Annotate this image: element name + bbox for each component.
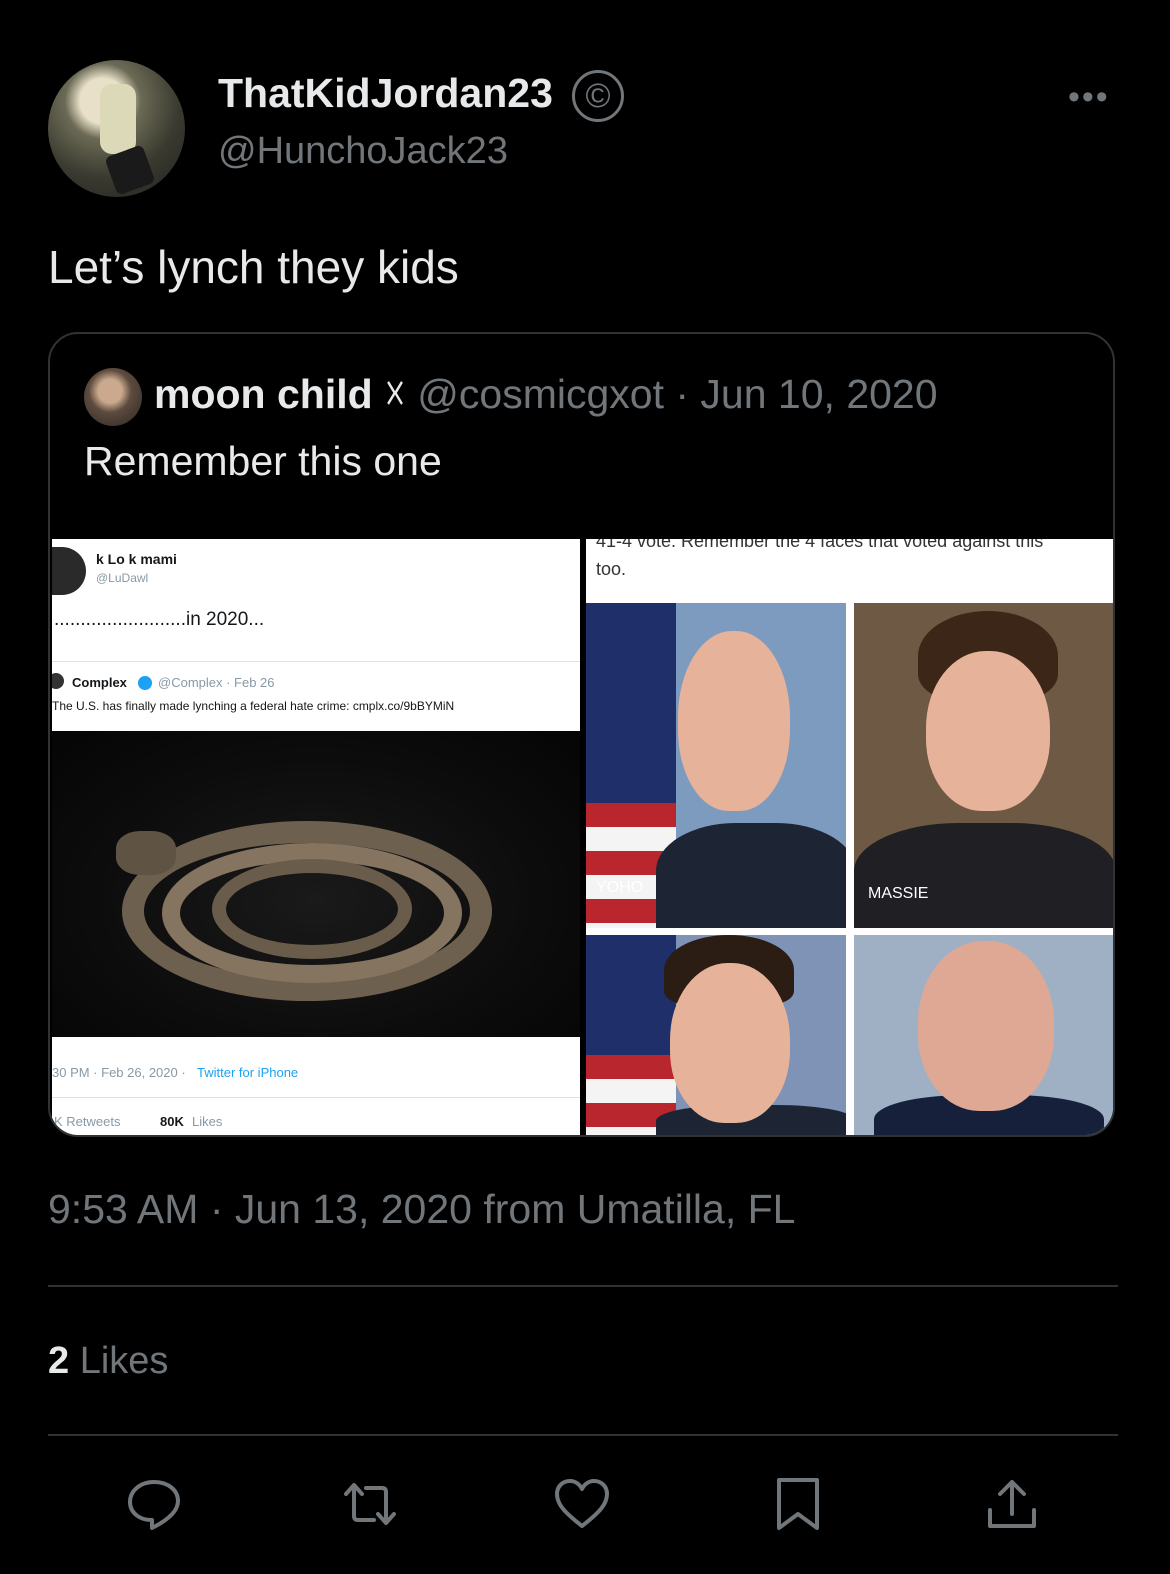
portrait-suit: [656, 823, 846, 928]
embedded-caption: .........................in 2020...: [54, 609, 265, 630]
author-display-name[interactable]: ThatKidJordan23: [218, 70, 553, 117]
portrait-label-massie: MASSIE: [868, 885, 929, 902]
portrait-face: [670, 963, 790, 1123]
embedded-user-handle: @LuDawl: [96, 571, 149, 585]
embedded-complex-name: Complex: [72, 675, 127, 690]
embedded-footer-separator: [52, 1097, 580, 1098]
divider-bottom: [48, 1434, 1118, 1436]
verified-icon: [138, 676, 152, 690]
quoted-author-handle[interactable]: @cosmicgxot: [417, 371, 664, 417]
flag-canton: [586, 935, 676, 1055]
embedded-footer-source: Twitter for iPhone: [197, 1065, 299, 1080]
embedded-vote-text-line2: too.: [596, 559, 627, 579]
retweet-icon[interactable]: [338, 1474, 402, 1534]
embedded-retweets: K Retweets: [54, 1114, 121, 1129]
portrait-massie: MASSIE: [854, 603, 1113, 928]
embedded-footer-time: 30 PM · Feb 26, 2020 ·: [52, 1065, 186, 1080]
tweet-text: Let’s lynch they kids: [48, 241, 459, 293]
quoted-tweet-header: moon child ☓ @cosmicgxot · Jun 10, 2020: [154, 370, 938, 418]
portrait-gohmert: [854, 935, 1113, 1135]
portrait-suit: [854, 823, 1113, 928]
embedded-likes-label: Likes: [192, 1114, 223, 1129]
quoted-image-left[interactable]: k Lo k mami @LuDawl ....................…: [52, 539, 580, 1135]
flag-canton: [586, 603, 676, 803]
quoted-tweet-text: Remember this one: [84, 438, 442, 484]
quoted-author-avatar[interactable]: [84, 368, 142, 426]
reply-icon[interactable]: [124, 1474, 184, 1534]
embedded-complex-meta: @Complex · Feb 26: [158, 675, 275, 690]
embedded-vote-text-line1: 41-4 vote. Remember the 4 faces that vot…: [596, 539, 1044, 551]
more-options-icon[interactable]: •••: [1068, 78, 1118, 116]
embedded-avatar: [52, 547, 86, 595]
complex-logo-icon: [52, 673, 64, 689]
portrait-face: [918, 941, 1054, 1111]
bookmark-icon[interactable]: [770, 1474, 830, 1534]
author-avatar[interactable]: [48, 60, 185, 197]
quoted-author-name-symbol: ☓: [384, 371, 406, 417]
portrait-label-yoho: YOHO: [596, 879, 644, 896]
embedded-complex-text: The U.S. has finally made lynching a fed…: [52, 699, 455, 713]
likes-stat[interactable]: 2 Likes: [48, 1340, 168, 1383]
share-icon[interactable]: [982, 1474, 1042, 1534]
portrait-yoho: YOHO: [586, 603, 846, 928]
rope-frayed-end: [116, 831, 176, 875]
embedded-user-name: k Lo k mami: [96, 551, 177, 567]
heart-icon[interactable]: [552, 1474, 612, 1534]
quoted-author-name[interactable]: moon child: [154, 371, 373, 417]
likes-label: Likes: [79, 1340, 169, 1382]
tweet-timestamp[interactable]: 9:53 AM · Jun 13, 2020 from Umatilla, FL: [48, 1186, 795, 1233]
avatar-figure: [100, 84, 136, 154]
likes-count: 2: [48, 1340, 70, 1382]
quoted-tweet-date: · Jun 10, 2020: [675, 371, 938, 417]
portrait-face: [678, 631, 790, 811]
quoted-tweet[interactable]: moon child ☓ @cosmicgxot · Jun 10, 2020 …: [48, 332, 1115, 1137]
embedded-likes-num: 80K: [160, 1114, 184, 1129]
portrait-amash: [586, 935, 846, 1135]
divider-top: [48, 1285, 1118, 1287]
portrait-face: [926, 651, 1050, 811]
rope-photo: [52, 731, 580, 1037]
copyright-icon: ©: [572, 70, 624, 122]
embedded-separator: [52, 661, 580, 662]
quoted-image-right[interactable]: 41-4 vote. Remember the 4 faces that vot…: [586, 539, 1113, 1135]
rope-loop-inner: [212, 859, 412, 959]
author-handle[interactable]: @HunchoJack23: [218, 130, 508, 173]
